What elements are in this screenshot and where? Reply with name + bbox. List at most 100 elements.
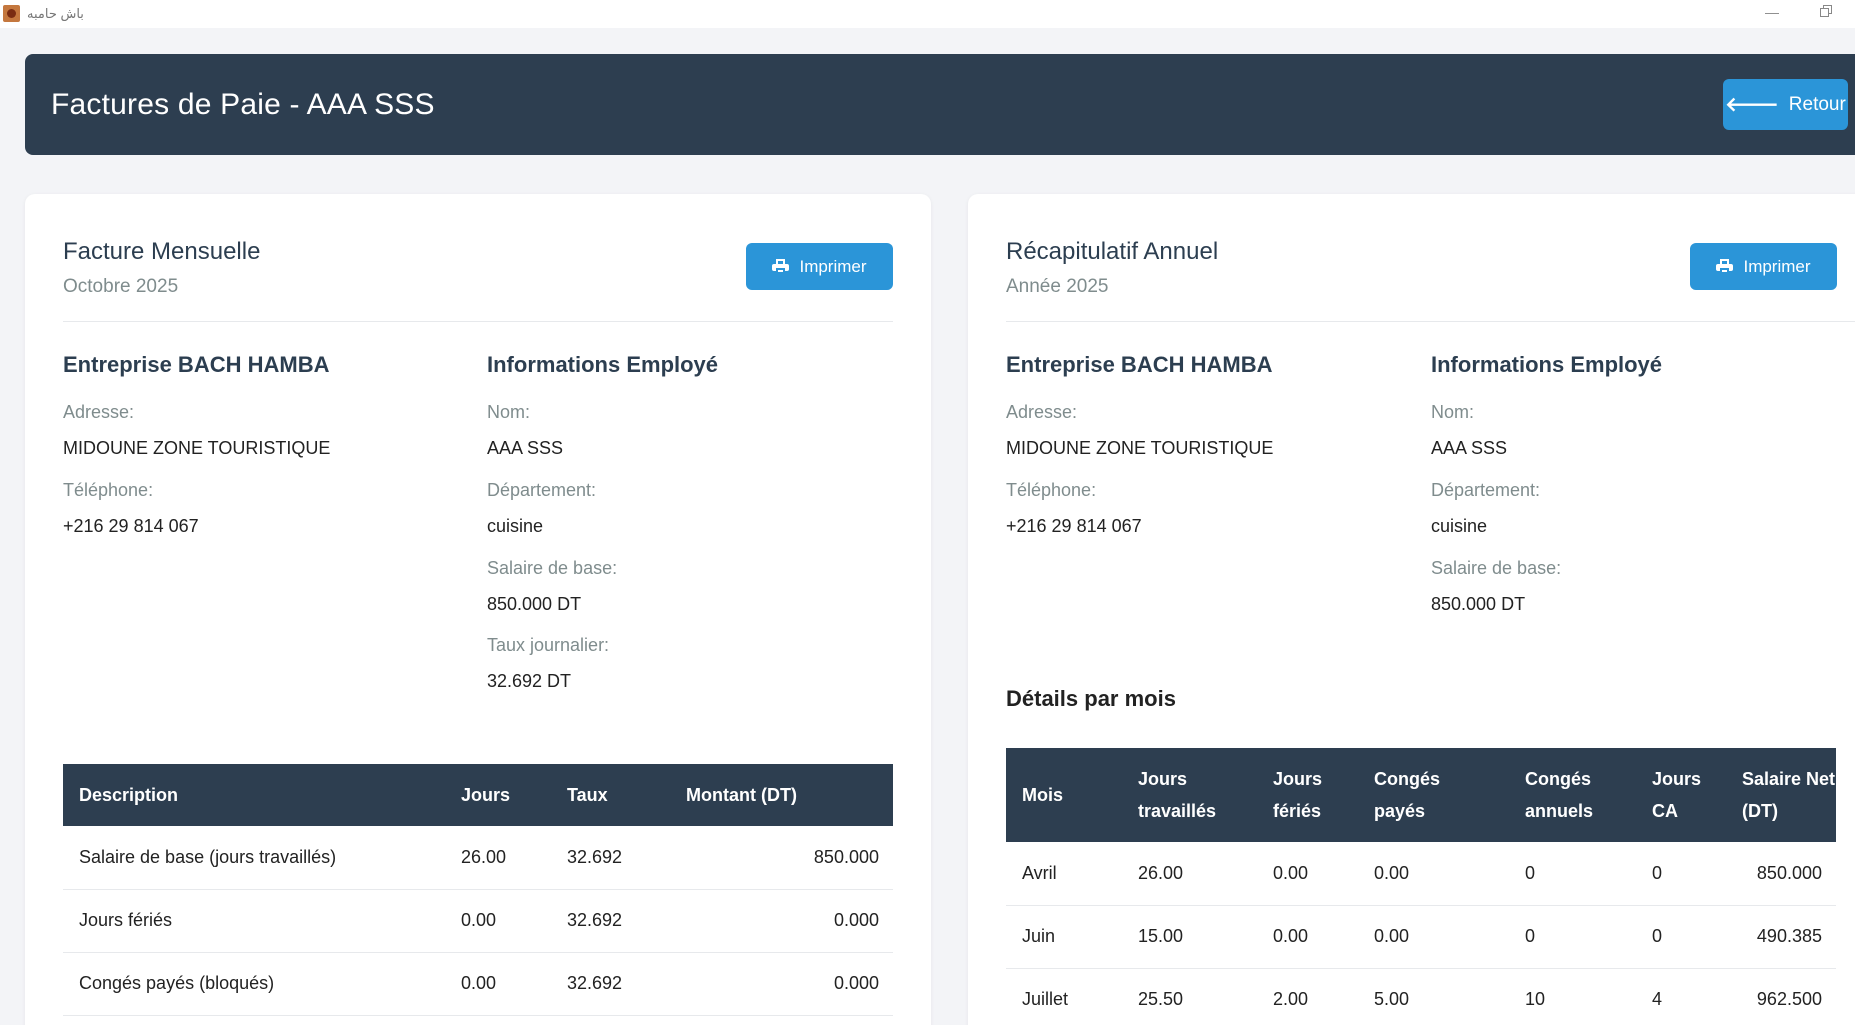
table-row: Salaire de base (jours travaillés) 26.00… [63, 826, 893, 890]
department-value: cuisine [1431, 516, 1488, 536]
table-cell: Congés payés (bloqués) [63, 952, 461, 1016]
table-cell: 0.00 [1374, 905, 1525, 969]
base-salary-value: 850.000 DT [487, 594, 582, 614]
table-cell: 10 [1525, 968, 1652, 1025]
column-header-line: Salaire Net [1742, 769, 1836, 789]
table-cell: 490.385 [1742, 905, 1836, 969]
table-cell: 0.000 [686, 889, 893, 953]
table-row: Avril 26.00 0.00 0.00 0 0 850.000 [1006, 842, 1836, 906]
divider [1006, 321, 1855, 322]
name-label: Nom: [487, 402, 531, 422]
arrow-left-icon: 🡐 [1725, 94, 1779, 116]
restore-icon[interactable] [1820, 5, 1832, 17]
department-label: Département: [1431, 480, 1541, 500]
column-header: Jours [461, 764, 567, 826]
table-cell: 0 [1652, 842, 1742, 906]
column-header-line: payés [1374, 801, 1426, 821]
table-cell: 32.692 [567, 826, 686, 890]
back-button-label: Retour [1788, 93, 1846, 115]
monthly-invoice-card: Facture Mensuelle Octobre 2025 Imprimer … [25, 194, 931, 1025]
table-cell: 2.00 [1273, 968, 1374, 1025]
base-salary-label: Salaire de base: [1431, 558, 1562, 578]
table-cell: 25.50 [1138, 968, 1273, 1025]
minimize-icon[interactable]: — [1764, 4, 1780, 20]
name-value: AAA SSS [487, 438, 564, 458]
column-header-line: Jours [1273, 769, 1323, 789]
employee-heading: Informations Employé [1431, 352, 1663, 377]
company-heading: Entreprise BACH HAMBA [63, 352, 330, 377]
column-header-line: annuels [1525, 801, 1594, 821]
page-header: Factures de Paie - AAA SSS 🡐 Retour [25, 54, 1855, 155]
table-row: Juillet 25.50 2.00 5.00 10 4 962.500 [1006, 968, 1836, 1025]
column-header-line: Mois [1022, 784, 1064, 805]
phone-label: Téléphone: [63, 480, 154, 500]
column-header: Jours CA [1652, 748, 1742, 842]
name-label: Nom: [1431, 402, 1475, 422]
table-cell: Juin [1006, 905, 1138, 969]
window-title: باش حامبه [27, 6, 84, 21]
app-logo-icon [3, 5, 20, 22]
column-header: Jours travaillés [1138, 748, 1273, 842]
address-value: MIDOUNE ZONE TOURISTIQUE [1006, 438, 1274, 458]
table-cell: 850.000 [686, 826, 893, 890]
column-header-line: travaillés [1138, 801, 1217, 821]
table-cell: Salaire de base (jours travaillés) [63, 826, 461, 890]
table-cell: 0 [1525, 905, 1652, 969]
daily-rate-value: 32.692 DT [487, 671, 572, 691]
column-header-line: Congés [1525, 769, 1592, 789]
monthly-details-title: Détails par mois [1006, 686, 1176, 711]
print-button[interactable]: Imprimer [1690, 243, 1837, 290]
table-row: Juin 15.00 0.00 0.00 0 0 490.385 [1006, 905, 1836, 969]
table-cell: Avril [1006, 842, 1138, 906]
divider [63, 321, 893, 322]
column-header: Description [63, 764, 461, 826]
company-heading: Entreprise BACH HAMBA [1006, 352, 1273, 377]
table-cell: 26.00 [1138, 842, 1273, 906]
card-title: Récapitulatif Annuel [1006, 238, 1219, 265]
table-cell: Juillet [1006, 968, 1138, 1025]
printer-icon [1716, 259, 1734, 274]
table-header-row: Description Jours Taux Montant (DT) [63, 764, 893, 826]
table-cell: 0.00 [1273, 842, 1374, 906]
back-button[interactable]: 🡐 Retour [1723, 79, 1848, 130]
address-value: MIDOUNE ZONE TOURISTIQUE [63, 438, 331, 458]
printer-icon [772, 259, 790, 274]
column-header-line: fériés [1273, 801, 1322, 821]
table-row: Jours fériés 0.00 32.692 0.000 [63, 889, 893, 953]
column-header: Jours fériés [1273, 748, 1374, 842]
department-label: Département: [487, 480, 597, 500]
department-value: cuisine [487, 516, 544, 536]
table-cell: 0.000 [686, 952, 893, 1016]
card-title: Facture Mensuelle [63, 238, 261, 265]
table-cell: 15.00 [1138, 905, 1273, 969]
column-header: Mois [1006, 748, 1138, 842]
column-header: Taux [567, 764, 686, 826]
page-title: Factures de Paie - AAA SSS [51, 88, 435, 121]
phone-value: +216 29 814 067 [63, 516, 199, 536]
table-cell: 32.692 [567, 889, 686, 953]
employee-heading: Informations Employé [487, 352, 719, 377]
column-header: Congés annuels [1525, 748, 1652, 842]
column-header: Congés payés [1374, 748, 1525, 842]
card-subtitle: Année 2025 [1006, 276, 1109, 297]
invoice-table: Description Jours Taux Montant (DT) Sala… [63, 764, 893, 1016]
table-cell: 0.00 [461, 952, 567, 1016]
name-value: AAA SSS [1431, 438, 1508, 458]
daily-rate-label: Taux journalier: [487, 635, 610, 655]
address-label: Adresse: [1006, 402, 1078, 422]
print-button-label: Imprimer [799, 256, 867, 276]
column-header-line: Jours [1652, 769, 1702, 789]
phone-value: +216 29 814 067 [1006, 516, 1142, 536]
table-cell: 32.692 [567, 952, 686, 1016]
annual-summary-card: Récapitulatif Annuel Année 2025 Imprimer… [968, 194, 1855, 1025]
print-button[interactable]: Imprimer [746, 243, 893, 290]
table-cell: 4 [1652, 968, 1742, 1025]
table-cell: 26.00 [461, 826, 567, 890]
column-header: Montant (DT) [686, 764, 893, 826]
table-cell: 0.00 [1374, 842, 1525, 906]
phone-label: Téléphone: [1006, 480, 1097, 500]
table-cell: 850.000 [1742, 842, 1836, 906]
window-titlebar: باش حامبه — [0, 0, 1855, 28]
address-label: Adresse: [63, 402, 135, 422]
table-cell: 0.00 [461, 889, 567, 953]
